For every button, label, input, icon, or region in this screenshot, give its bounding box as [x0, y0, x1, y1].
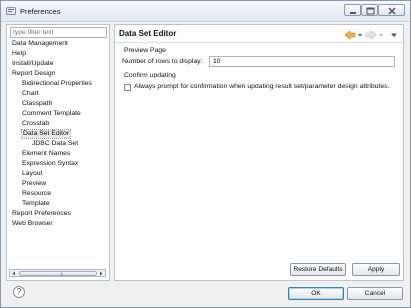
- tree-item[interactable]: Bidirectional Properties: [22, 80, 92, 88]
- back-arrow-icon[interactable]: [344, 30, 356, 40]
- tree-item[interactable]: Resource: [22, 190, 51, 198]
- scrollbar-grip-icon: |||: [60, 271, 64, 276]
- preference-page-panel: Data Set Editor Preview Page Number of r…: [114, 24, 404, 281]
- minimize-button[interactable]: [344, 4, 361, 16]
- tree-item[interactable]: Chart: [22, 90, 39, 98]
- window-title: Preferences: [20, 7, 61, 16]
- tree-item[interactable]: Expression Syntax: [22, 160, 78, 168]
- cancel-button[interactable]: Cancel: [347, 287, 403, 300]
- preferences-tree-panel: Data Management Help Install/Update Report …: [6, 24, 110, 281]
- tree-item[interactable]: Layout: [22, 170, 42, 178]
- apply-button[interactable]: Apply: [352, 263, 400, 276]
- back-dropdown-icon[interactable]: [358, 34, 362, 37]
- filter-input[interactable]: [10, 27, 107, 38]
- tree-item[interactable]: Report Preferences: [12, 210, 71, 218]
- ok-button[interactable]: OK: [288, 287, 344, 300]
- preferences-window: Preferences Data Management Help Install/U…: [0, 0, 411, 308]
- maximize-icon: [366, 7, 375, 15]
- title-bar: Preferences: [1, 1, 410, 22]
- maximize-button[interactable]: [361, 4, 378, 16]
- scroll-left-icon[interactable]: [11, 271, 17, 276]
- navigation-icons: [344, 30, 397, 40]
- tree-item[interactable]: Data Management: [12, 40, 68, 48]
- restore-defaults-button[interactable]: Restore Defaults: [290, 263, 346, 276]
- page-header: Data Set Editor: [115, 25, 403, 43]
- tree-item[interactable]: Preview: [22, 180, 46, 188]
- confirm-prompt-label: Always prompt for confirmation when upda…: [134, 83, 390, 90]
- tree-item[interactable]: Crosstab: [22, 120, 49, 128]
- close-icon: [388, 7, 396, 15]
- help-icon[interactable]: ?: [13, 286, 25, 298]
- tree-horizontal-scrollbar[interactable]: |||: [9, 269, 106, 277]
- close-button[interactable]: [378, 4, 405, 16]
- rows-to-display-label: Number of rows to display:: [122, 58, 203, 65]
- confirm-prompt-checkbox[interactable]: [124, 84, 131, 91]
- view-menu-icon[interactable]: [391, 33, 397, 38]
- tree-item-selected[interactable]: Data Set Editor: [20, 129, 72, 139]
- tree-item[interactable]: Comment Template: [22, 110, 81, 118]
- scrollbar-thumb[interactable]: |||: [19, 271, 97, 276]
- preferences-app-icon: [6, 7, 16, 15]
- tree-item[interactable]: Classpath: [22, 100, 52, 108]
- rows-to-display-input[interactable]: [209, 56, 395, 67]
- tree-item[interactable]: JDBC Data Set: [32, 140, 78, 148]
- tree-item[interactable]: Help: [12, 50, 26, 58]
- tree-item[interactable]: Report Design: [12, 70, 55, 78]
- confirm-updating-section-label: Confirm updating: [124, 72, 176, 79]
- tree-item[interactable]: Template: [22, 200, 50, 208]
- scroll-right-icon[interactable]: [98, 271, 104, 276]
- tree-item[interactable]: Web Browser: [12, 220, 53, 228]
- tree-item[interactable]: Install/Update: [12, 60, 54, 68]
- forward-arrow-icon[interactable]: [365, 30, 377, 40]
- preview-page-section-label: Preview Page: [124, 47, 166, 54]
- minimize-icon: [350, 12, 356, 14]
- tree-item[interactable]: Element Names: [22, 150, 70, 158]
- forward-dropdown-icon[interactable]: [379, 34, 383, 37]
- page-title: Data Set Editor: [119, 29, 177, 38]
